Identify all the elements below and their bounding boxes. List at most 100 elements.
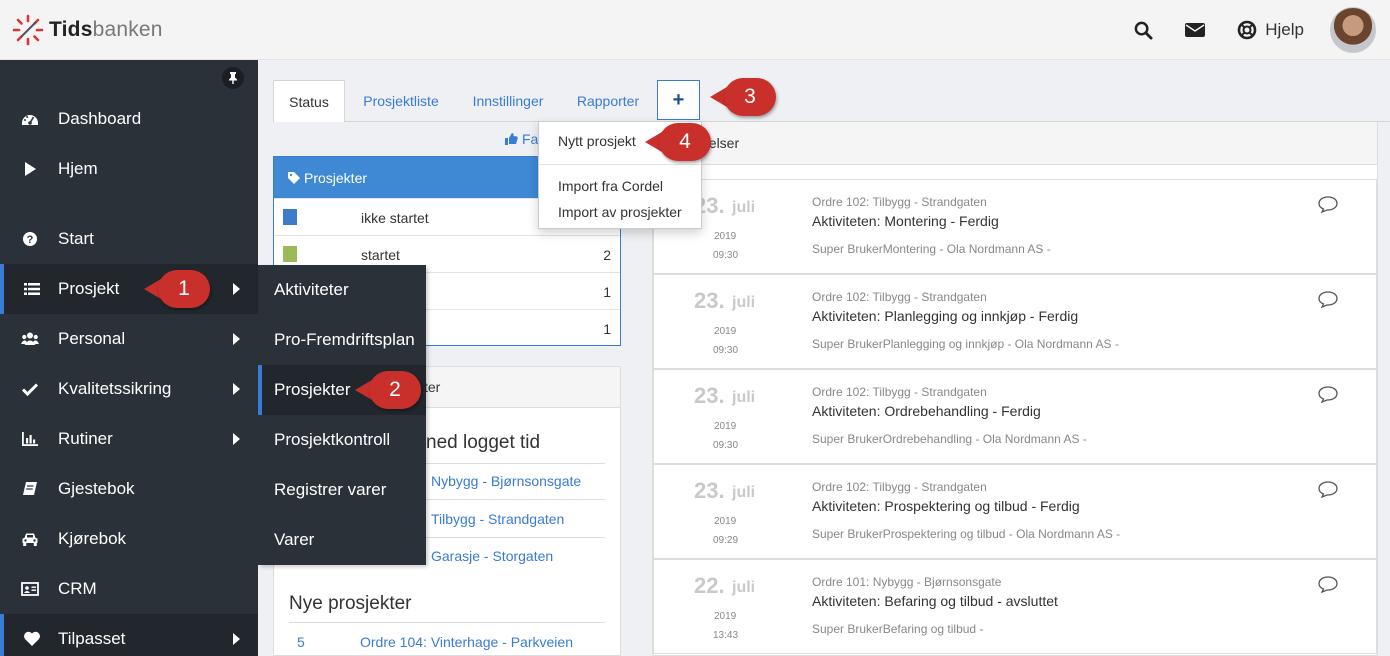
event-day: 23. — [694, 383, 725, 408]
chevron-right-icon — [233, 433, 240, 445]
divider — [289, 622, 605, 623]
top-bar: Tidsbanken Hjelp — [0, 0, 1390, 60]
submenu-item-pro-fremdriftsplan[interactable]: Pro-Fremdriftsplan — [258, 315, 426, 365]
new-project-menu-item[interactable]: Nytt prosjekt — [558, 133, 636, 149]
sidebar-item-prosjekt[interactable]: Prosjekt — [0, 264, 258, 314]
logged-time-title: ned logget tid — [426, 432, 541, 453]
pin-icon[interactable] — [222, 67, 244, 89]
mail-icon[interactable] — [1185, 20, 1206, 40]
sidebar-item-dashboard[interactable]: Dashboard — [0, 94, 258, 144]
import-projects-menu-item[interactable]: Import av prosjekter — [558, 204, 682, 220]
event-month: juli — [732, 199, 756, 216]
status-count: 2 — [603, 247, 611, 263]
event-user: Super BrukerPlanlegging og innkjøp - Ola… — [812, 337, 1119, 351]
event-year: 2019 — [714, 421, 737, 432]
logo[interactable]: Tidsbanken — [12, 14, 163, 46]
event-year: 2019 — [714, 611, 737, 622]
search-icon[interactable] — [1133, 20, 1153, 40]
event-year: 2019 — [714, 231, 737, 242]
tab-innstillinger[interactable]: Innstillinger — [458, 80, 558, 122]
event-time: 09:30 — [713, 250, 739, 261]
tab-label: Rapporter — [576, 93, 640, 109]
tab-rapporter[interactable]: Rapporter — [562, 80, 654, 122]
comment-icon[interactable] — [1318, 196, 1338, 213]
feed-item[interactable]: 23. juli 2019 09:30 Ordre 102: Tilbygg -… — [653, 274, 1377, 369]
event-time: 09:29 — [713, 535, 739, 546]
event-user: Super BrukerBefaring og tilbud - — [812, 622, 984, 636]
comment-icon[interactable] — [1318, 386, 1338, 403]
step-callout-1: 1 — [144, 270, 216, 308]
event-year: 2019 — [714, 516, 737, 527]
sidebar-item-hjem[interactable]: Hjem — [0, 144, 258, 194]
sidebar: Dashboard Hjem ? Start Prosjekt Personal… — [0, 60, 258, 656]
event-year: 2019 — [714, 326, 737, 337]
sidebar-item-label: Kjørebok — [58, 529, 127, 548]
event-order: Ordre 102: Tilbygg - Strandgaten — [812, 195, 987, 209]
sidebar-item-label: Gjestebok — [58, 479, 135, 498]
add-tab-button[interactable]: + — [657, 80, 700, 120]
comment-icon[interactable] — [1318, 291, 1338, 308]
chevron-right-icon — [233, 633, 240, 645]
chevron-right-icon — [233, 333, 240, 345]
submenu-label: Registrer varer — [274, 480, 387, 499]
sidebar-item-kjorebok[interactable]: Kjørebok — [0, 514, 258, 564]
bar-chart-icon — [0, 430, 58, 448]
sidebar-item-gjestebok[interactable]: Gjestebok — [0, 464, 258, 514]
sidebar-item-label: Tilpasset — [58, 629, 126, 648]
sidebar-item-rutiner[interactable]: Rutiner — [0, 414, 258, 464]
favorite-link[interactable]: Fa — [505, 131, 538, 147]
event-month: juli — [732, 389, 756, 406]
tab-status[interactable]: Status — [273, 80, 345, 122]
event-activity: Aktiviteten: Planlegging og innkjøp - Fe… — [812, 308, 1079, 324]
event-user: Super BrukerMontering - Ola Nordmann AS … — [812, 242, 1051, 256]
sidebar-item-label: Kvalitetssikring — [58, 379, 172, 398]
feed-item[interactable]: 23. juli 2019 09:29 Ordre 102: Tilbygg -… — [653, 464, 1377, 559]
chevron-right-icon — [233, 283, 240, 295]
help-link[interactable]: Hjelp — [1237, 20, 1304, 40]
sidebar-item-label: CRM — [58, 579, 97, 598]
callout-number: 3 — [724, 78, 776, 116]
question-circle-icon: ? — [0, 230, 58, 248]
sidebar-item-kvalitetssikring[interactable]: Kvalitetssikring — [0, 364, 258, 414]
play-icon — [0, 160, 58, 178]
avatar[interactable] — [1330, 7, 1376, 53]
panel-title: Prosjekter — [304, 169, 368, 186]
tab-prosjektliste[interactable]: Prosjektliste — [346, 80, 456, 122]
feed-item[interactable]: 23. juli 2019 09:30 Ordre 102: Tilbygg -… — [653, 179, 1377, 274]
comment-icon[interactable] — [1318, 576, 1338, 593]
submenu-item-varer[interactable]: Varer — [258, 515, 426, 565]
feed-item[interactable]: 22. juli 2019 13:43 Ordre 101: Nybygg - … — [653, 559, 1377, 654]
event-time: 09:30 — [713, 440, 739, 451]
events-feed-panel: delser 23. juli 2019 09:30 Ordre 102: Ti… — [652, 122, 1378, 656]
event-activity: Aktiviteten: Prospektering og tilbud - F… — [812, 498, 1080, 514]
project-link[interactable]: Tilbygg - Strandgaten — [431, 511, 564, 527]
sidebar-item-label: Hjem — [58, 159, 98, 178]
submenu-item-prosjektkontroll[interactable]: Prosjektkontroll — [258, 415, 426, 465]
project-link[interactable]: Garasje - Storgaten — [431, 548, 553, 564]
import-cordel-menu-item[interactable]: Import fra Cordel — [558, 178, 663, 194]
sidebar-item-start[interactable]: ? Start — [0, 214, 258, 264]
project-link[interactable]: Ordre 104: Vinterhage - Parkveien — [360, 634, 573, 650]
heart-icon — [4, 630, 58, 648]
step-callout-4: 4 — [645, 123, 717, 161]
project-number[interactable]: 5 — [297, 634, 305, 650]
project-link[interactable]: Nybygg - Bjørnsonsgate — [431, 473, 581, 489]
check-icon — [0, 380, 58, 398]
plus-icon: + — [672, 88, 685, 111]
car-icon — [0, 530, 58, 548]
brand-name: Tidsbanken — [49, 18, 163, 41]
status-swatch — [283, 209, 297, 225]
sidebar-item-personal[interactable]: Personal — [0, 314, 258, 364]
callout-number: 2 — [369, 371, 421, 409]
sidebar-item-label: Dashboard — [58, 109, 142, 128]
feed-item[interactable]: 23. juli 2019 09:30 Ordre 102: Tilbygg -… — [653, 369, 1377, 464]
lifebuoy-icon — [1237, 20, 1257, 40]
submenu-item-aktiviteter[interactable]: Aktiviteter — [258, 265, 426, 315]
chevron-right-icon — [233, 383, 240, 395]
comment-icon[interactable] — [1318, 481, 1338, 498]
sidebar-item-crm[interactable]: CRM — [0, 564, 258, 614]
status-label: startet — [361, 247, 400, 263]
event-day: 22. — [694, 573, 725, 598]
submenu-item-registrer-varer[interactable]: Registrer varer — [258, 465, 426, 515]
sidebar-item-tilpasset[interactable]: Tilpasset — [0, 614, 258, 656]
